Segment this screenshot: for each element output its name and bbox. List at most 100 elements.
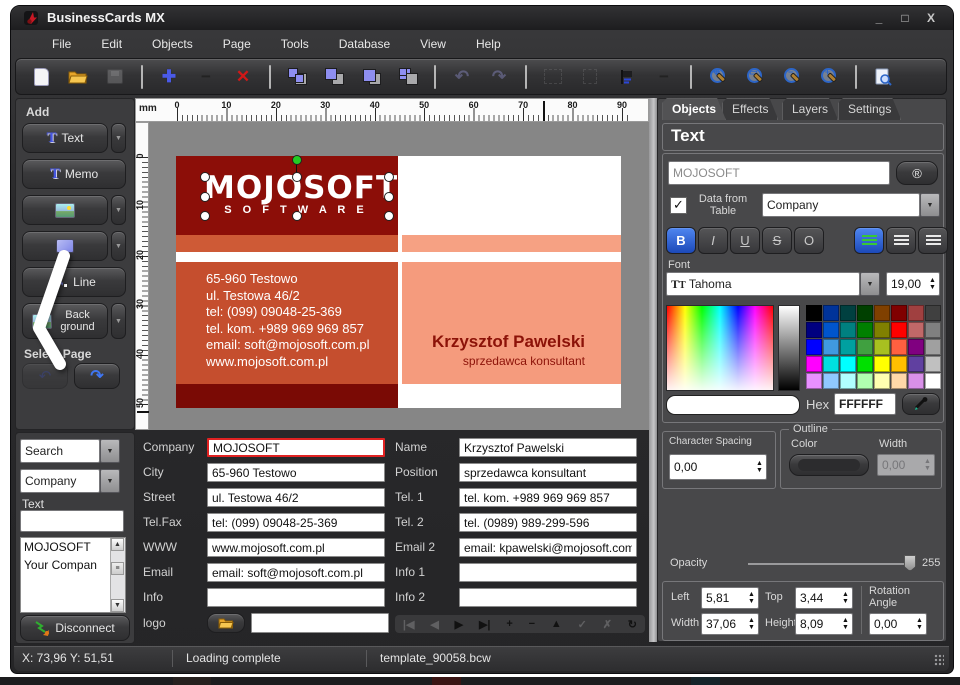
palette-swatch[interactable] (925, 356, 941, 372)
close-button[interactable]: X (919, 9, 943, 27)
palette-swatch[interactable] (874, 305, 890, 321)
field-input-info-1[interactable] (459, 563, 637, 582)
opacity-slider-handle[interactable] (904, 555, 916, 571)
field-input-company[interactable] (207, 438, 385, 457)
selection-handle-nw[interactable] (200, 172, 210, 182)
list-scrollbar[interactable]: ▲ ≡ ▼ (110, 538, 125, 612)
palette-swatch[interactable] (874, 356, 890, 372)
palette-swatch[interactable] (925, 322, 941, 338)
add-image-button[interactable] (22, 195, 108, 225)
palette-swatch[interactable] (806, 339, 822, 355)
field-input-www[interactable] (207, 538, 385, 557)
palette-swatch[interactable] (925, 339, 941, 355)
card-strip-right[interactable] (402, 235, 621, 252)
spinner-arrows-icon[interactable]: ▲▼ (753, 460, 766, 474)
align-center-button[interactable] (886, 227, 916, 254)
width-spinner[interactable]: 37,06▲▼ (701, 613, 759, 635)
menu-objects[interactable]: Objects (137, 34, 208, 54)
navigator-button[interactable]: ▶ (455, 618, 463, 631)
menu-help[interactable]: Help (461, 34, 516, 54)
registered-symbol-button[interactable]: ® (896, 161, 938, 185)
card-body-right[interactable]: Krzysztof Pawelski sprzedawca konsultant (402, 262, 621, 384)
remove-icon[interactable]: − (195, 67, 217, 87)
panel-splitter[interactable] (649, 98, 657, 642)
navigator-button[interactable]: ▲ (551, 618, 562, 630)
tab-effects[interactable]: Effects (722, 98, 778, 120)
palette-swatch[interactable] (840, 339, 856, 355)
navigator-button[interactable]: + (506, 618, 512, 630)
field-input-tel-2[interactable] (459, 513, 637, 532)
bring-forward-icon[interactable] (360, 67, 382, 87)
card-person-position[interactable]: sprzedawca konsultant (432, 354, 585, 368)
canvas[interactable]: 65-960 Testowoul. Testowa 46/2tel: (099)… (135, 122, 649, 430)
field-input-info[interactable] (207, 588, 385, 607)
height-spinner[interactable]: 8,09▲▼ (795, 613, 853, 635)
chevron-down-icon[interactable]: ▼ (860, 272, 880, 296)
palette-swatch[interactable] (806, 305, 822, 321)
palette-swatch[interactable] (891, 356, 907, 372)
field-input-info-2[interactable] (459, 588, 637, 607)
palette-swatch[interactable] (806, 373, 822, 389)
selection-handle-s[interactable] (292, 211, 302, 221)
align-right-button[interactable] (918, 227, 948, 254)
field-dropdown[interactable]: Company ▼ (20, 469, 120, 493)
palette-swatch[interactable] (823, 373, 839, 389)
bold-button[interactable]: B (666, 227, 696, 254)
italic-button[interactable]: I (698, 227, 728, 254)
rotation-spinner[interactable]: 0,00▲▼ (869, 613, 927, 635)
record-list-item[interactable]: Your Compan (21, 556, 111, 574)
palette-swatch[interactable] (908, 305, 924, 321)
palette-swatch[interactable] (823, 322, 839, 338)
palette-swatch[interactable] (908, 356, 924, 372)
add-text-button[interactable]: T Text (22, 123, 108, 153)
palette-swatch[interactable] (857, 356, 873, 372)
palette-swatch[interactable] (891, 339, 907, 355)
field-input-email[interactable] (207, 563, 385, 582)
field-input-street[interactable] (207, 488, 385, 507)
palette-swatch[interactable] (823, 356, 839, 372)
underline-button[interactable]: U (730, 227, 760, 254)
outline-color-button[interactable] (789, 454, 869, 476)
rotation-handle[interactable] (292, 155, 302, 165)
print-preview-icon[interactable] (872, 67, 894, 87)
menu-edit[interactable]: Edit (86, 34, 137, 54)
search-dropdown[interactable]: Search ▼ (20, 439, 120, 463)
hex-input[interactable] (834, 393, 896, 415)
logo-path-input[interactable] (251, 613, 389, 633)
palette-swatch[interactable] (823, 339, 839, 355)
field-input-position[interactable] (459, 463, 637, 482)
add-memo-button[interactable]: T Memo (22, 159, 126, 189)
palette-swatch[interactable] (857, 373, 873, 389)
collapse-icon[interactable]: − (653, 67, 675, 87)
field-input-name[interactable] (459, 438, 637, 457)
strikethrough-button[interactable]: S (762, 227, 792, 254)
palette-swatch[interactable] (925, 373, 941, 389)
menu-database[interactable]: Database (324, 34, 405, 54)
navigator-button[interactable]: − (529, 618, 535, 630)
disconnect-button[interactable]: Disconnect (20, 615, 130, 641)
top-spinner[interactable]: 3,44▲▼ (795, 587, 853, 609)
palette-swatch[interactable] (840, 356, 856, 372)
chevron-down-icon[interactable]: ▼ (100, 439, 120, 463)
text-filter-input[interactable] (20, 510, 124, 532)
selection-handle-e[interactable] (384, 192, 394, 202)
outline-style-button[interactable]: O (794, 227, 824, 254)
font-size-spinner[interactable]: 19,00 ▲▼ (886, 272, 940, 296)
new-document-icon[interactable] (30, 67, 52, 87)
field-input-tel-fax[interactable] (207, 513, 385, 532)
table-field-dropdown[interactable]: Company ▼ (762, 193, 940, 217)
card-strip-left[interactable] (176, 235, 398, 252)
tab-settings[interactable]: Settings (838, 98, 901, 120)
palette-swatch[interactable] (857, 305, 873, 321)
selection-handle-sw[interactable] (200, 211, 210, 221)
palette-swatch[interactable] (908, 373, 924, 389)
tab-objects[interactable]: Objects (662, 98, 726, 120)
palette-swatch[interactable] (874, 322, 890, 338)
next-page-button[interactable]: ↷ (74, 363, 120, 389)
palette-swatch[interactable] (891, 373, 907, 389)
selection-handle-w[interactable] (200, 192, 210, 202)
zoom-out-icon[interactable]: − (781, 67, 803, 87)
card-body-left[interactable]: 65-960 Testowoul. Testowa 46/2tel: (099)… (176, 262, 398, 384)
align-flag-icon[interactable] (616, 67, 638, 87)
business-card[interactable]: 65-960 Testowoul. Testowa 46/2tel: (099)… (176, 156, 621, 408)
